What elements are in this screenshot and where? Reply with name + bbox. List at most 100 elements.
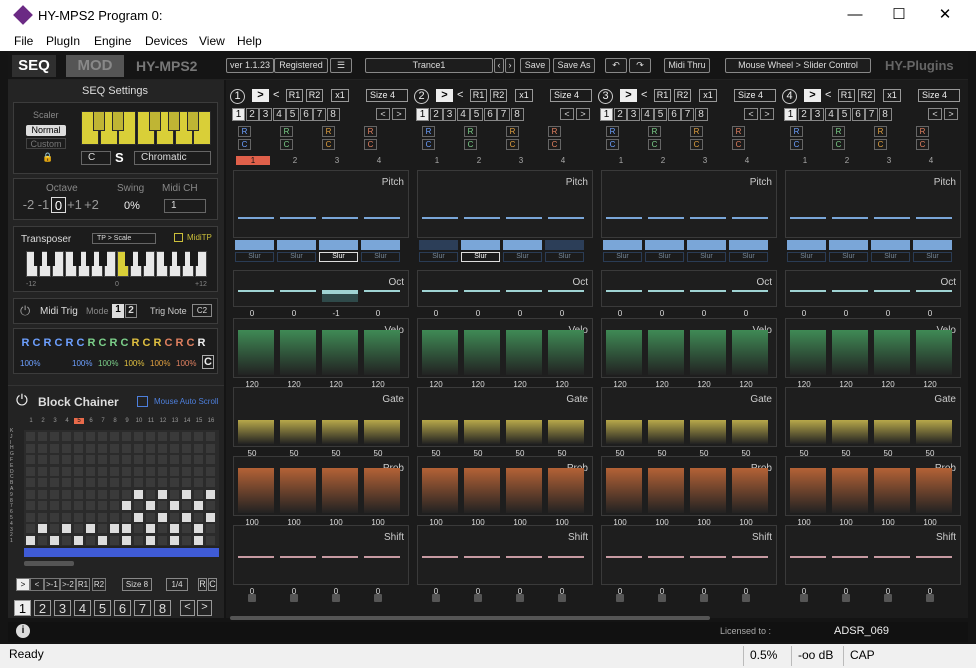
step-line-pitch[interactable]	[790, 217, 826, 219]
chainer-cell[interactable]	[146, 478, 155, 487]
chainer-cell[interactable]	[74, 501, 83, 510]
chainer-cell[interactable]	[146, 535, 155, 545]
chainer-cell[interactable]	[38, 524, 47, 533]
step-r-button[interactable]: R	[548, 126, 561, 137]
save-as-button[interactable]: Save As	[553, 58, 595, 73]
step-line-pitch[interactable]	[464, 217, 500, 219]
normal-button[interactable]: Normal	[26, 125, 66, 136]
step-bar-velo[interactable]	[238, 330, 274, 375]
scale-select[interactable]: Chromatic	[134, 151, 211, 165]
rc-letter[interactable]: C	[119, 337, 130, 351]
block-size-select[interactable]: Size 4	[550, 89, 592, 102]
step-line-oct[interactable]	[548, 289, 584, 292]
chainer-cell[interactable]	[110, 512, 119, 522]
chainer-cell[interactable]	[170, 512, 179, 522]
chainer-cell[interactable]	[98, 478, 107, 487]
chainer-cell[interactable]	[134, 489, 143, 499]
s-button[interactable]: S	[115, 150, 124, 165]
step-bar-prob[interactable]	[732, 468, 768, 513]
chainer-cell[interactable]	[134, 432, 143, 441]
chainer-cell[interactable]	[194, 466, 203, 476]
chainer-control-button[interactable]: >-2	[60, 578, 76, 591]
chainer-cell[interactable]	[206, 478, 215, 487]
transpose-black-key[interactable]	[34, 251, 42, 266]
rc-letter[interactable]: R	[152, 337, 163, 351]
slur-button[interactable]: Slur	[545, 252, 584, 262]
chainer-cell[interactable]	[74, 524, 83, 533]
step-bar-prob[interactable]	[648, 468, 684, 513]
chainer-cell[interactable]	[26, 455, 35, 464]
step-r-button[interactable]: R	[648, 126, 661, 137]
slur-bar[interactable]	[461, 240, 500, 250]
slur-bar[interactable]	[645, 240, 684, 250]
chainer-cell[interactable]	[110, 455, 119, 464]
chainer-cell[interactable]	[74, 443, 83, 453]
lock-icon[interactable]	[516, 594, 524, 602]
chainer-cell[interactable]	[122, 455, 131, 464]
chainer-cell[interactable]	[146, 524, 155, 533]
chainer-cell[interactable]	[110, 443, 119, 453]
chainer-cell[interactable]	[158, 501, 167, 510]
rc-letter[interactable]: R	[108, 337, 119, 351]
slur-bar[interactable]	[603, 240, 642, 250]
chainer-cell[interactable]	[170, 489, 179, 499]
chainer-cell[interactable]	[62, 535, 71, 545]
block-left-button[interactable]: <	[744, 108, 758, 120]
step-bar-gate[interactable]	[648, 420, 684, 444]
block-step-button[interactable]: 7	[681, 108, 694, 121]
step-r-button[interactable]: R	[732, 126, 745, 137]
chainer-cell[interactable]	[98, 512, 107, 522]
miditp-checkbox[interactable]	[174, 233, 183, 242]
chainer-cell[interactable]	[122, 501, 131, 510]
lock-icon[interactable]	[290, 594, 298, 602]
block-x1-select[interactable]: x1	[331, 89, 349, 102]
block-step-button[interactable]: 6	[483, 108, 497, 121]
lane-pitch[interactable]: Pitch	[417, 170, 593, 238]
transpose-black-key[interactable]	[99, 251, 107, 266]
block-step-button[interactable]: 8	[510, 108, 524, 121]
block-step-button[interactable]: 7	[313, 108, 326, 121]
slur-bar[interactable]	[277, 240, 316, 250]
preset-next-icon[interactable]: ›	[505, 58, 515, 73]
rc-letter[interactable]: R	[42, 337, 53, 351]
step-line-pitch[interactable]	[548, 217, 584, 219]
block-step-button[interactable]: 2	[613, 108, 627, 121]
step-bar-prob[interactable]	[238, 468, 274, 513]
slur-button[interactable]: Slur	[235, 252, 274, 262]
step-bar-gate[interactable]	[832, 420, 868, 444]
lane-shift[interactable]: Shift	[785, 525, 961, 585]
lane-gate[interactable]: Gate	[601, 387, 777, 447]
octave-button[interactable]: +2	[83, 197, 100, 213]
chainer-cell[interactable]	[122, 466, 131, 476]
lane-prob[interactable]: Prob	[785, 456, 961, 516]
step-c-button[interactable]: C	[422, 139, 435, 150]
step-line-pitch[interactable]	[506, 217, 542, 219]
step-line-shift[interactable]	[874, 556, 910, 558]
step-line-pitch[interactable]	[874, 217, 910, 219]
chainer-cell[interactable]	[182, 455, 191, 464]
step-c-button[interactable]: C	[322, 139, 335, 150]
step-bar-velo[interactable]	[422, 330, 458, 375]
lane-prob[interactable]: Prob	[233, 456, 409, 516]
rc-letter[interactable]: C	[75, 337, 86, 351]
step-line-oct[interactable]	[364, 289, 400, 292]
chainer-block-button[interactable]: 1	[14, 600, 31, 616]
block-step-button[interactable]: 7	[865, 108, 878, 121]
chainer-cell[interactable]	[26, 501, 35, 510]
slur-button[interactable]: Slur	[913, 252, 952, 262]
chainer-cell[interactable]	[146, 443, 155, 453]
block-x1-select[interactable]: x1	[699, 89, 717, 102]
chainer-cell[interactable]	[50, 524, 59, 533]
step-bar-velo[interactable]	[606, 330, 642, 375]
chainer-cell[interactable]	[38, 466, 47, 476]
block-step-button[interactable]: 8	[878, 108, 892, 121]
slur-button[interactable]: Slur	[787, 252, 826, 262]
block-step-button[interactable]: 4	[824, 108, 838, 121]
rc-letter[interactable]: R	[174, 337, 185, 351]
chainer-block-button[interactable]: 7	[134, 600, 151, 616]
slur-bar[interactable]	[419, 240, 458, 250]
chainer-cell[interactable]	[206, 501, 215, 510]
step-bar-prob[interactable]	[874, 468, 910, 513]
chainer-cell[interactable]	[170, 478, 179, 487]
menu-file[interactable]: File	[14, 34, 33, 48]
